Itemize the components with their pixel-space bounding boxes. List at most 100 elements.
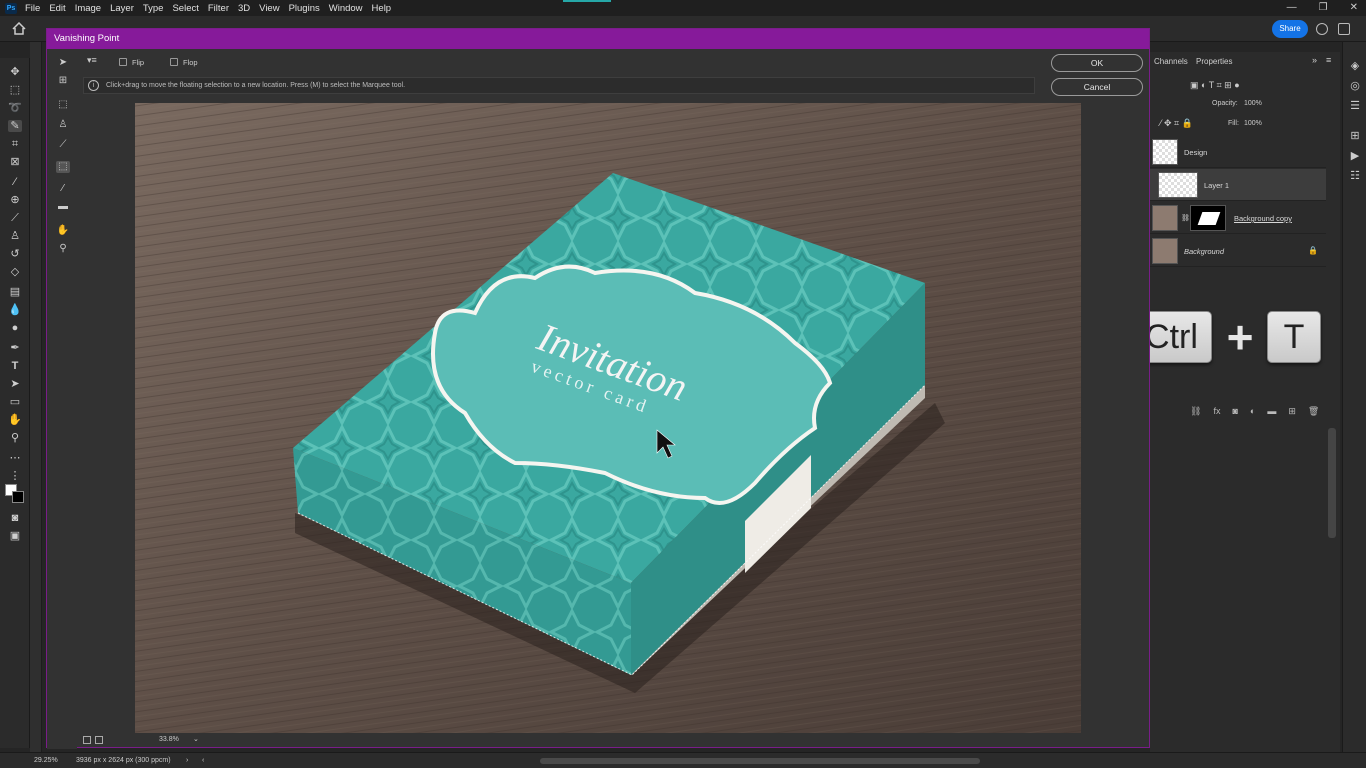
clone-stamp-icon[interactable]: ♙ [8,230,22,242]
channels-icon[interactable]: ◎ [1349,80,1361,92]
marquee-tool-icon[interactable]: ⬚ [8,84,22,96]
rectangle-tool-icon[interactable]: ▭ [8,396,22,408]
stamp-tool-icon[interactable]: ♙ [56,119,70,131]
brush-tool-icon[interactable]: ⟋ [56,139,70,151]
home-icon[interactable] [12,22,26,35]
adjustment-layer-icon[interactable]: ◐ [1250,406,1255,417]
settings-menu-icon[interactable]: ▾≡ [87,55,97,66]
eraser-tool-icon[interactable]: ◇ [8,266,22,278]
zoom-in-icon[interactable] [95,736,103,744]
arrange-documents-icon[interactable] [1338,23,1350,35]
background-color-swatch[interactable] [12,491,24,503]
close-icon[interactable]: ✕ [1350,2,1358,13]
healing-brush-icon[interactable]: ⊕ [8,194,22,206]
menu-help[interactable]: Help [372,3,392,14]
brush-tool-icon[interactable]: ⟋ [8,212,22,224]
menu-filter[interactable]: Filter [208,3,229,14]
minimize-icon[interactable]: — [1287,2,1297,13]
layer-row-design[interactable]: Design [1150,136,1326,168]
transform-tool-icon[interactable]: ⬚ [56,161,70,173]
zoom-tool-icon[interactable]: ⚲ [8,432,22,444]
delete-layer-icon[interactable]: 🗑 [1308,406,1319,417]
pen-tool-icon[interactable]: ✒ [8,342,22,354]
status-arrow-icon[interactable]: › [186,757,188,764]
menu-edit[interactable]: Edit [49,3,65,14]
menu-image[interactable]: Image [75,3,101,14]
layer-row-background[interactable]: Background 🔒 [1150,235,1326,267]
horizontal-scrollbar[interactable] [540,758,980,764]
marquee-tool-icon[interactable]: ⬚ [56,99,70,111]
layers-icon[interactable]: ◈ [1349,60,1361,72]
layer-row-layer1[interactable]: Layer 1 [1150,169,1326,201]
status-bar: 29.25% 3936 px x 2624 px (300 ppcm) › ‹ [0,752,1366,768]
eyedropper-tool-icon[interactable]: ⁄ [56,183,70,195]
layer-thumbnail [1158,172,1198,198]
gradient-tool-icon[interactable]: ▤ [8,286,22,298]
filter-icons[interactable]: ▣ ◐ T ⌗ ⊞ ● [1190,80,1240,91]
menu-select[interactable]: Select [172,3,198,14]
new-group-icon[interactable]: ▬ [1267,406,1276,417]
document-zoom[interactable]: 29.25% [34,757,58,764]
share-button[interactable]: Share [1272,20,1308,38]
tab-channels[interactable]: Channels [1154,57,1188,66]
frame-tool-icon[interactable]: ⊠ [8,156,22,168]
collapse-panel-icon[interactable]: » [1312,55,1317,65]
edit-toolbar-icon[interactable]: ⋮ [8,470,22,482]
screen-mode-icon[interactable]: ▣ [8,530,22,542]
scroll-left-icon[interactable]: ‹ [202,757,204,764]
menu-view[interactable]: View [259,3,279,14]
properties-icon[interactable]: ☷ [1349,170,1361,182]
quick-mask-icon[interactable]: ◙ [8,512,22,524]
fx-icon[interactable]: fx [1213,406,1220,417]
create-plane-tool-icon[interactable]: ⊞ [56,75,70,87]
search-icon[interactable] [1316,23,1328,35]
new-layer-icon[interactable]: ⊞ [1288,406,1296,417]
active-tab-indicator [563,0,611,2]
actions-icon[interactable]: ▶ [1349,150,1361,162]
zoom-out-icon[interactable] [83,736,91,744]
type-tool-icon[interactable]: T [8,360,22,372]
panel-scrollbar[interactable] [1328,428,1336,538]
hand-tool-icon[interactable]: ✋ [8,414,22,426]
chain-link-icon[interactable]: ⛓ [1181,214,1190,222]
layer-row-background-copy[interactable]: ⛓ Background copy [1150,202,1326,234]
crop-tool-icon[interactable]: ⌗ [8,138,22,150]
dodge-tool-icon[interactable]: ● [8,322,22,334]
menu-plugins[interactable]: Plugins [289,3,320,14]
menu-window[interactable]: Window [329,3,363,14]
lasso-tool-icon[interactable]: ➰ [8,102,22,114]
panel-menu-icon[interactable]: ≡ [1326,55,1331,65]
image-canvas[interactable]: Invitation vector card [135,103,1081,733]
flop-checkbox[interactable] [170,58,178,66]
fill-value[interactable]: 100% [1244,120,1262,127]
zoom-level[interactable]: 33.8% [159,736,179,743]
more-tools-icon[interactable]: ⋯ [8,452,22,464]
menu-type[interactable]: Type [143,3,164,14]
zoom-dropdown-icon[interactable]: ⌄ [193,735,199,743]
menu-file[interactable]: File [25,3,40,14]
measure-tool-icon[interactable]: ▬ [56,201,70,213]
edit-plane-tool-icon[interactable]: ➤ [56,57,70,69]
add-mask-icon[interactable]: ◙ [1232,406,1237,417]
blur-tool-icon[interactable]: 💧 [8,304,22,316]
quick-selection-tool-icon[interactable]: ✎ [8,120,22,132]
eyedropper-tool-icon[interactable]: ⁄ [8,176,22,188]
ok-button[interactable]: OK [1051,54,1143,72]
hand-tool-icon[interactable]: ✋ [56,225,70,237]
opacity-value[interactable]: 100% [1244,100,1262,107]
menu-3d[interactable]: 3D [238,3,250,14]
libraries-icon[interactable]: ⊞ [1349,130,1361,142]
flip-checkbox[interactable] [119,58,127,66]
move-tool-icon[interactable]: ✥ [8,66,22,78]
photoshop-app-icon[interactable]: Ps [5,2,17,14]
cancel-button[interactable]: Cancel [1051,78,1143,96]
path-selection-icon[interactable]: ➤ [8,378,22,390]
history-brush-icon[interactable]: ↺ [8,248,22,260]
link-layers-icon[interactable]: ⛓ [1190,406,1201,417]
lock-icons[interactable]: ⁄ ✥ ⌗ 🔒 [1160,118,1193,129]
adjustments-icon[interactable]: ☰ [1349,100,1361,112]
zoom-tool-icon[interactable]: ⚲ [56,243,70,255]
tab-properties[interactable]: Properties [1196,57,1232,66]
menu-layer[interactable]: Layer [110,3,134,14]
maximize-icon[interactable]: ❐ [1319,2,1328,13]
